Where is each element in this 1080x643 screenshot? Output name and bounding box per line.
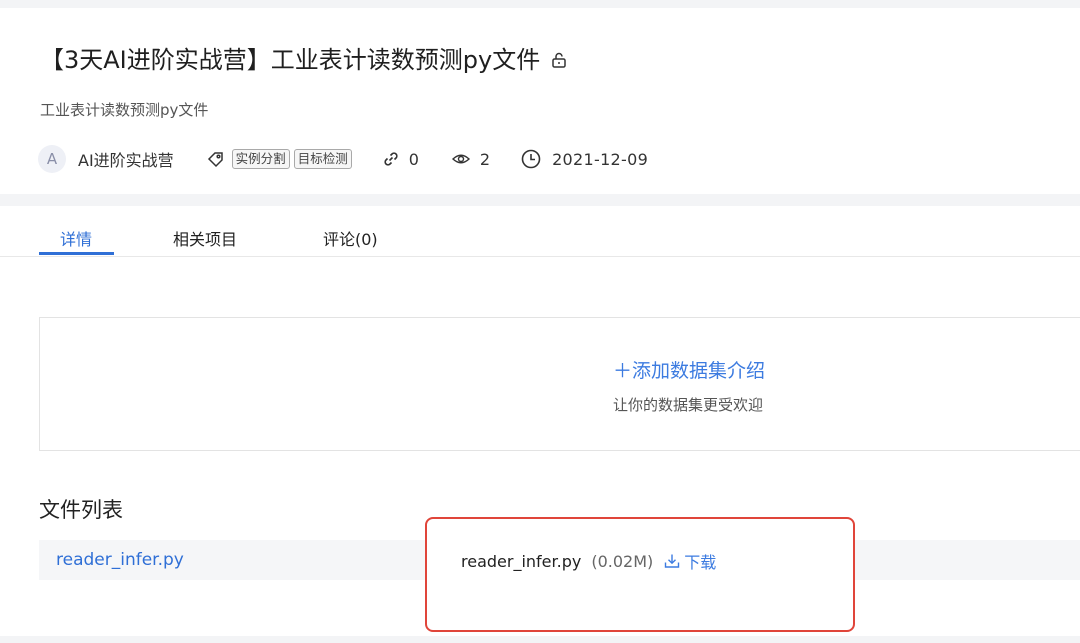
- file-name-link[interactable]: reader_infer.py: [56, 550, 184, 570]
- project-header: 【3天AI进阶实战营】工业表计读数预测py文件 工业表计读数预测py文件 A A…: [0, 8, 1080, 194]
- add-dataset-intro-button[interactable]: ＋添加数据集介绍: [613, 356, 765, 383]
- tab-related-projects[interactable]: 相关项目: [173, 226, 237, 250]
- dataset-intro-box: ＋添加数据集介绍 让你的数据集更受欢迎: [39, 317, 1080, 451]
- project-meta: A AI进阶实战营 实例分割 目标检测 0 2 2021-12-09: [38, 145, 648, 173]
- download-button[interactable]: 下载: [663, 549, 716, 573]
- dataset-intro-hint: 让你的数据集更受欢迎: [613, 396, 764, 414]
- file-detail-popup: reader_infer.py (0.02M) 下载: [425, 517, 855, 632]
- tag-object-detection[interactable]: 目标检测: [293, 149, 352, 169]
- page-title: 【3天AI进阶实战营】工业表计读数预测py文件: [40, 40, 568, 75]
- tab-comments[interactable]: 评论(0): [323, 226, 378, 250]
- tag-instance-segmentation[interactable]: 实例分割: [231, 149, 290, 169]
- created-date: 2021-12-09: [552, 149, 649, 169]
- clock-icon: [520, 148, 542, 170]
- lock-icon[interactable]: [550, 47, 568, 75]
- file-list-heading: 文件列表: [39, 498, 123, 522]
- popup-file-size: (0.02M): [591, 551, 654, 571]
- active-tab-indicator: [39, 252, 114, 255]
- project-detail-panel: 详情 相关项目 评论(0) ＋添加数据集介绍 让你的数据集更受欢迎 文件列表 r…: [0, 206, 1080, 636]
- download-icon: [665, 554, 680, 568]
- project-title: 【3天AI进阶实战营】工业表计读数预测py文件: [40, 46, 541, 74]
- download-label: 下载: [684, 553, 717, 572]
- tab-bar: 详情 相关项目 评论(0): [0, 206, 1080, 257]
- popup-file-name: reader_infer.py: [461, 551, 582, 571]
- owner-name[interactable]: AI进阶实战营: [78, 147, 174, 171]
- avatar[interactable]: A: [38, 145, 66, 173]
- link-icon: [382, 150, 400, 168]
- project-subtitle: 工业表计读数预测py文件: [40, 101, 209, 119]
- file-detail-line: reader_infer.py (0.02M) 下载: [461, 549, 716, 573]
- eye-icon: [451, 150, 471, 168]
- view-count: 2: [479, 149, 491, 169]
- fork-count: 0: [408, 149, 419, 169]
- tab-details[interactable]: 详情: [60, 226, 92, 250]
- tag-icon: [206, 149, 226, 169]
